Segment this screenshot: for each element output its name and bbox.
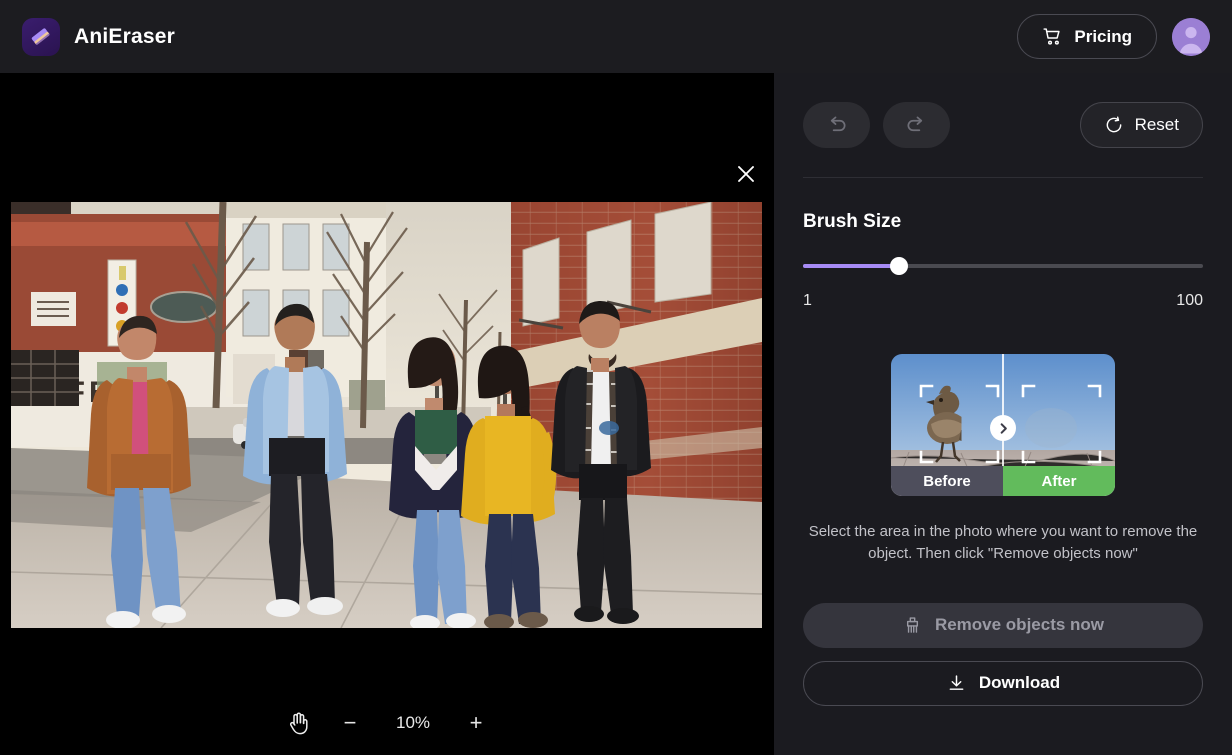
chevron-right-icon[interactable] [990, 415, 1016, 441]
download-arrow-icon [946, 673, 967, 694]
redo-button[interactable] [883, 102, 950, 148]
remove-objects-label: Remove objects now [934, 615, 1105, 634]
before-after-split-line [1002, 354, 1004, 466]
tools-panel: Reset Brush Size 1 100 Before After Sele… [774, 73, 1232, 755]
before-after-preview[interactable]: Before After [891, 354, 1115, 496]
slider-min-label: 1 [803, 292, 812, 309]
shopping-cart-icon [1042, 26, 1063, 47]
aniEraser-app: AniEraser Pricing − 10% + Reset Brush Si… [0, 0, 1232, 755]
brush-cleanup-icon [902, 615, 923, 636]
brush-size-title: Brush Size [803, 211, 902, 232]
panel-divider [803, 177, 1203, 178]
header-actions: Pricing [1017, 14, 1210, 59]
download-label: Download [978, 673, 1061, 692]
pricing-button-label: Pricing [1074, 26, 1132, 46]
hand-pan-icon[interactable] [285, 709, 313, 737]
zoom-in-button[interactable]: + [463, 710, 489, 736]
zoom-level-label: 10% [395, 713, 431, 732]
zoom-toolbar: − 10% + [0, 703, 774, 743]
reset-button-label: Reset [1134, 115, 1179, 134]
reset-circular-arrow-icon [1104, 115, 1124, 135]
undo-icon [825, 114, 848, 137]
after-label: After [1003, 466, 1115, 496]
editor-canvas[interactable]: OFFEE [0, 73, 774, 755]
instruction-text: Select the area in the photo where you w… [808, 523, 1198, 562]
slider-fill [803, 264, 899, 268]
history-toolbar: Reset [803, 102, 1203, 148]
brand: AniEraser [22, 17, 176, 56]
undo-button[interactable] [803, 102, 870, 148]
slider-max-label: 100 [1176, 292, 1203, 309]
user-avatar-icon[interactable] [1172, 17, 1210, 56]
pricing-button[interactable]: Pricing [1017, 14, 1157, 59]
redo-icon [905, 114, 928, 137]
slider-thumb[interactable] [890, 257, 908, 275]
slider-range-labels: 1 100 [803, 292, 1203, 310]
source-photo[interactable]: OFFEE [11, 202, 762, 628]
before-after-labels: Before After [891, 466, 1115, 496]
brand-name: AniEraser [74, 24, 176, 48]
remove-objects-button[interactable]: Remove objects now [803, 602, 1203, 648]
eraser-icon [22, 17, 60, 56]
download-button[interactable]: Download [803, 660, 1203, 706]
zoom-out-button[interactable]: − [337, 710, 363, 736]
brush-size-slider[interactable] [803, 257, 1203, 275]
before-label: Before [891, 466, 1003, 496]
reset-button[interactable]: Reset [1079, 102, 1203, 148]
close-icon[interactable] [731, 159, 761, 189]
app-header: AniEraser Pricing [0, 0, 1232, 73]
